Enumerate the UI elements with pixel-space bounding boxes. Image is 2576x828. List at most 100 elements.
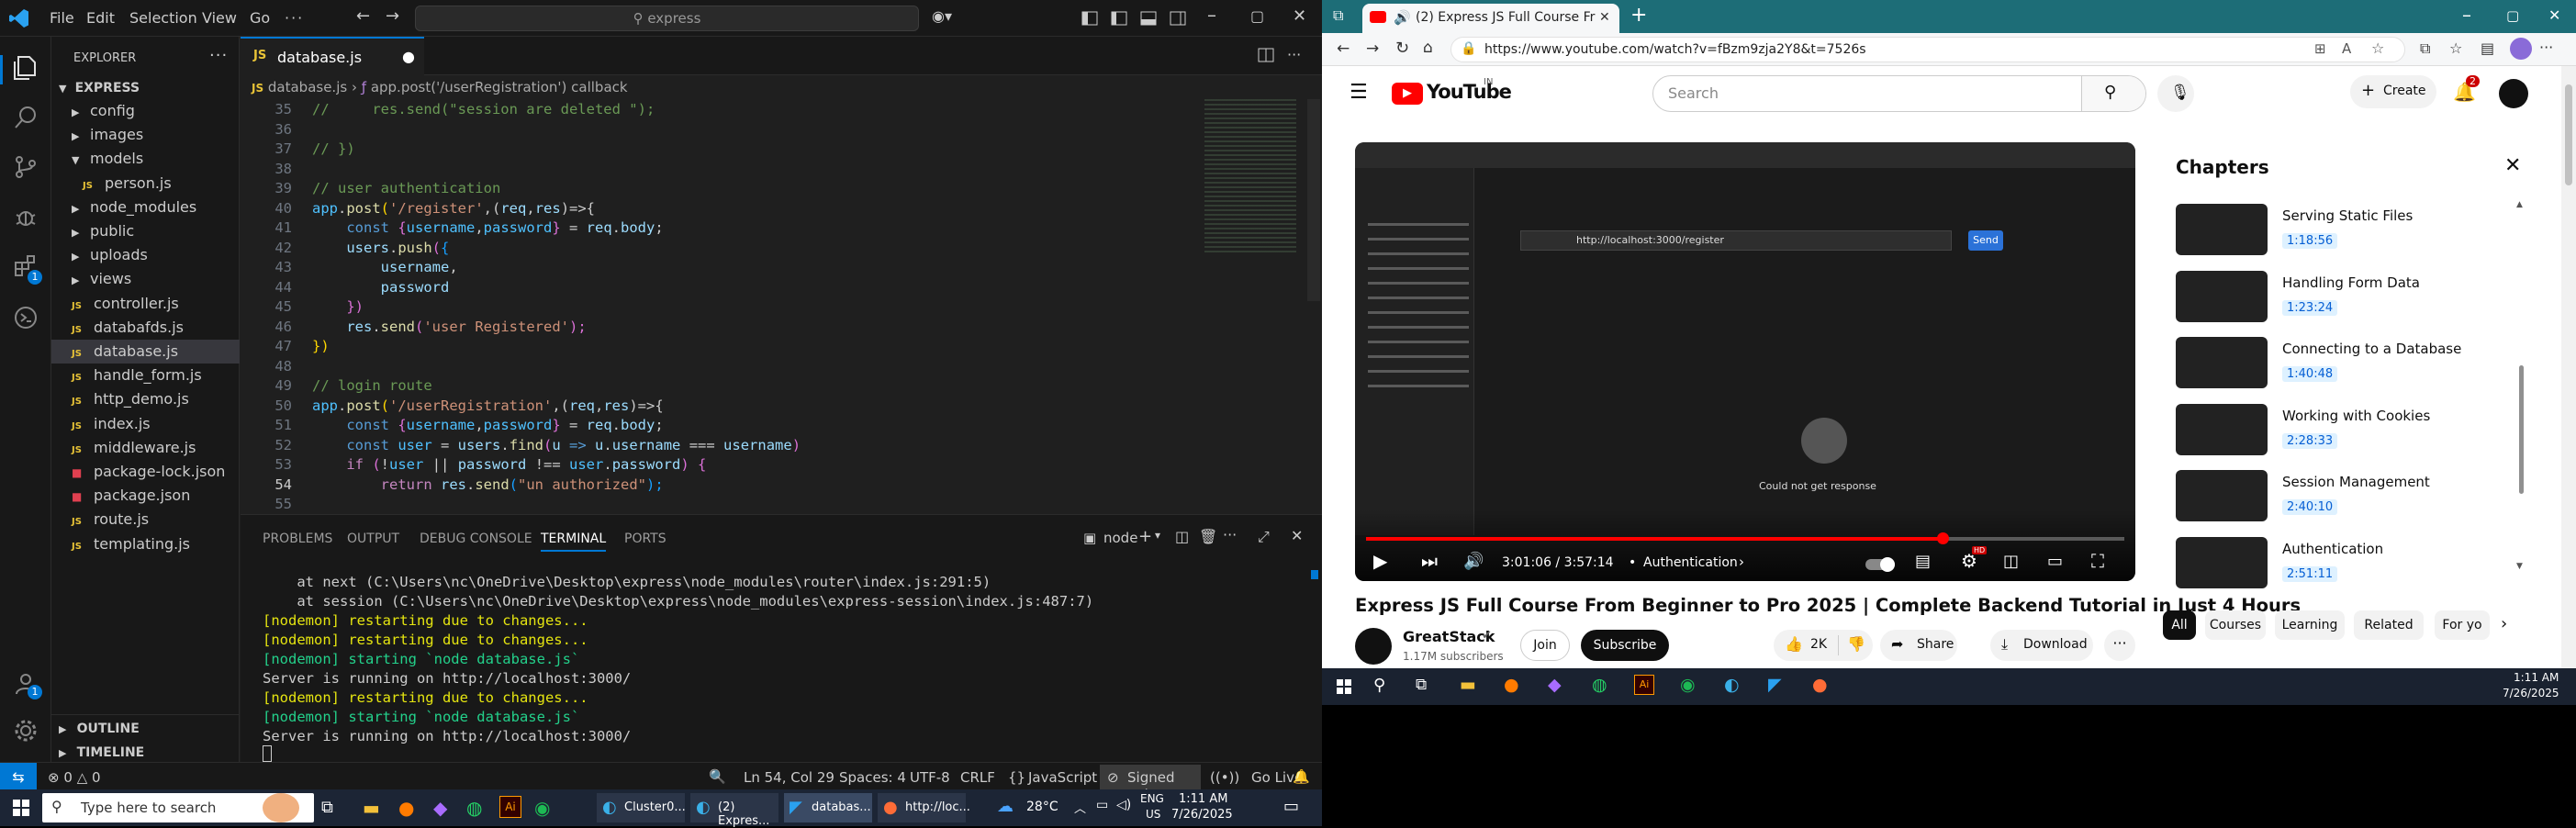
project-root[interactable]: ▼ EXPRESS [51,75,240,99]
tree-item-uploads[interactable]: ▶ uploads [51,243,240,267]
tree-item-package-lock-json[interactable]: ■ package-lock.json [51,460,240,484]
layout-toggle-icon[interactable] [1081,11,1098,26]
settings-gear-icon[interactable] [13,718,39,744]
close-panel-icon[interactable]: ✕ [1291,527,1303,544]
tab-debug-console[interactable]: DEBUG CONSOLE [420,531,532,546]
edge-icon[interactable]: ◐ [1724,675,1740,695]
unsaved-dot-icon[interactable]: ● [402,48,415,65]
code-line[interactable]: 48 [241,356,312,376]
code-line[interactable]: 47}) [241,336,329,356]
new-tab-icon[interactable]: + [1630,4,1647,27]
code-line[interactable]: 43 username, [241,257,457,277]
play-icon[interactable]: ▶ [1373,550,1387,572]
restore-icon[interactable]: ▢ [1250,7,1264,25]
code-line[interactable]: 45 }) [241,297,364,317]
scrollbar-thumb[interactable] [2565,84,2572,185]
copilot-app-icon[interactable]: ◆ [1548,675,1562,695]
terminal-shell-name[interactable]: node [1103,530,1137,546]
chevron-right-icon[interactable]: › [2501,614,2507,633]
minimize-icon[interactable]: – [2462,4,2471,26]
encoding-status[interactable]: UTF-8 [910,769,950,786]
remote-explorer-icon[interactable] [13,305,39,330]
file-explorer-icon[interactable]: ▬ [1460,675,1476,695]
taskbar-app-cluster[interactable]: ◐ Cluster0... [597,793,686,822]
restore-icon[interactable]: ▢ [2506,7,2519,24]
tree-item-public[interactable]: ▶ public [51,219,240,243]
taskbar-search-box[interactable]: ⚲ Type here to search [42,793,314,822]
menu-edit[interactable]: Edit [86,9,115,27]
editor-more-icon[interactable]: ··· [1287,46,1301,63]
tree-item-controller-js[interactable]: JS controller.js [51,292,240,316]
filter-chip[interactable]: Courses [2205,610,2266,640]
voice-search-button[interactable]: 🎙 [2157,75,2194,112]
chapter-item[interactable]: Connecting to a Database 1:40:48 [2176,337,2543,394]
source-control-icon[interactable] [13,154,39,180]
search-icon[interactable]: ⚲ [1373,676,1385,695]
code-line[interactable]: 54 return res.send("un authorized"); [241,475,663,495]
tab-terminal[interactable]: TERMINAL [541,531,607,552]
code-line[interactable]: 52 const user = users.find(u => u.userna… [241,435,801,455]
zoom-icon[interactable]: 🔍 [709,768,726,785]
notifications-icon[interactable]: ▭ [1283,797,1299,816]
collections-icon[interactable]: ▤ [2481,39,2494,57]
timeline-section[interactable]: ▶ TIMELINE [51,740,240,764]
thumbs-down-icon[interactable]: 👎 [1847,635,1865,653]
postman-icon[interactable]: ● [1812,675,1828,695]
menu-go[interactable]: Go [250,9,270,27]
code-line[interactable]: 38 [241,159,312,179]
clock-time[interactable]: 1:11 AM [1179,792,1227,806]
spotify-icon[interactable]: ◉ [534,797,550,819]
taskbar-app-postman[interactable]: ● http://loc... [878,793,970,822]
code-line[interactable]: 49 // login route [241,375,431,396]
tree-item-handle-form-js[interactable]: JS handle_form.js [51,364,240,387]
app-available-icon[interactable]: ⊞ [2314,40,2326,57]
minimap[interactable] [1201,99,1302,264]
search-button[interactable]: ⚲ [2081,76,2145,111]
volume-icon[interactable]: ◁) [1116,798,1131,812]
tree-item-templating-js[interactable]: JS templating.js [51,532,240,556]
more-actions-icon[interactable]: ··· [2104,630,2135,661]
chevron-down-icon[interactable]: ▾ [1155,529,1160,542]
forward-arrow-icon[interactable]: → [1366,39,1379,58]
forward-arrow-icon[interactable]: → [386,6,399,26]
code-line[interactable]: 35 // res.send("session are deleted "); [241,99,655,119]
whatsapp-icon[interactable]: ◍ [1592,675,1607,695]
task-view-icon[interactable]: ⧉ [1416,676,1427,694]
fullscreen-icon[interactable]: ⛶ [2091,550,2104,572]
filter-chip[interactable]: All [2163,610,2196,640]
more-menu-icon[interactable]: ··· [285,9,304,27]
code-line[interactable]: 46 res.send('user Registered'); [241,317,586,337]
chapter-item[interactable]: Working with Cookies 2:28:33 [2176,403,2543,461]
tree-item-images[interactable]: ▶ images [51,123,240,147]
read-aloud-icon[interactable]: A [2342,40,2351,57]
tree-item-config[interactable]: ▶ config [51,99,240,123]
filter-chip[interactable]: For yo [2435,610,2490,640]
progress-scrubber[interactable] [1936,532,1949,544]
profile-avatar[interactable] [2510,38,2532,60]
close-tab-icon[interactable]: ✕ [1599,10,1610,25]
explorer-more-icon[interactable]: ··· [209,46,228,65]
illustrator-icon[interactable]: Ai [1634,675,1654,695]
temperature[interactable]: 28°C [1026,800,1058,814]
download-button[interactable]: ⤓ Download [1990,630,2093,661]
code-line[interactable]: 55 [241,494,312,514]
tree-item-node-modules[interactable]: ▶ node_modules [51,196,240,219]
more-menu-icon[interactable]: ··· [2539,39,2553,56]
tab-output[interactable]: OUTPUT [347,531,399,546]
tree-item-databafds-js[interactable]: JS databafds.js [51,316,240,340]
copilot-app-icon[interactable]: ◆ [433,797,447,819]
code-line[interactable]: 51 const {username,password} = req.body; [241,415,663,435]
tree-item-models[interactable]: ▼ models [51,147,240,171]
maximize-panel-icon[interactable]: ⤢ [1258,528,1270,546]
editor-scrollbar[interactable] [1307,99,1320,301]
theater-mode-icon[interactable]: ▭ [2047,552,2063,571]
join-button[interactable]: Join [1520,630,1570,661]
user-avatar[interactable] [2499,79,2528,108]
illustrator-icon[interactable]: Ai [499,796,521,818]
code-line[interactable]: 50 app.post('/userRegistration',(req,res)… [241,396,663,416]
split-terminal-icon[interactable]: ◫ [1175,528,1189,545]
errors-status[interactable]: ⊗ 0 △ 0 [48,769,101,786]
code-line[interactable]: 36 [241,119,312,140]
code-line[interactable]: 37 // }) [241,139,354,159]
split-editor-icon[interactable] [1258,48,1274,62]
